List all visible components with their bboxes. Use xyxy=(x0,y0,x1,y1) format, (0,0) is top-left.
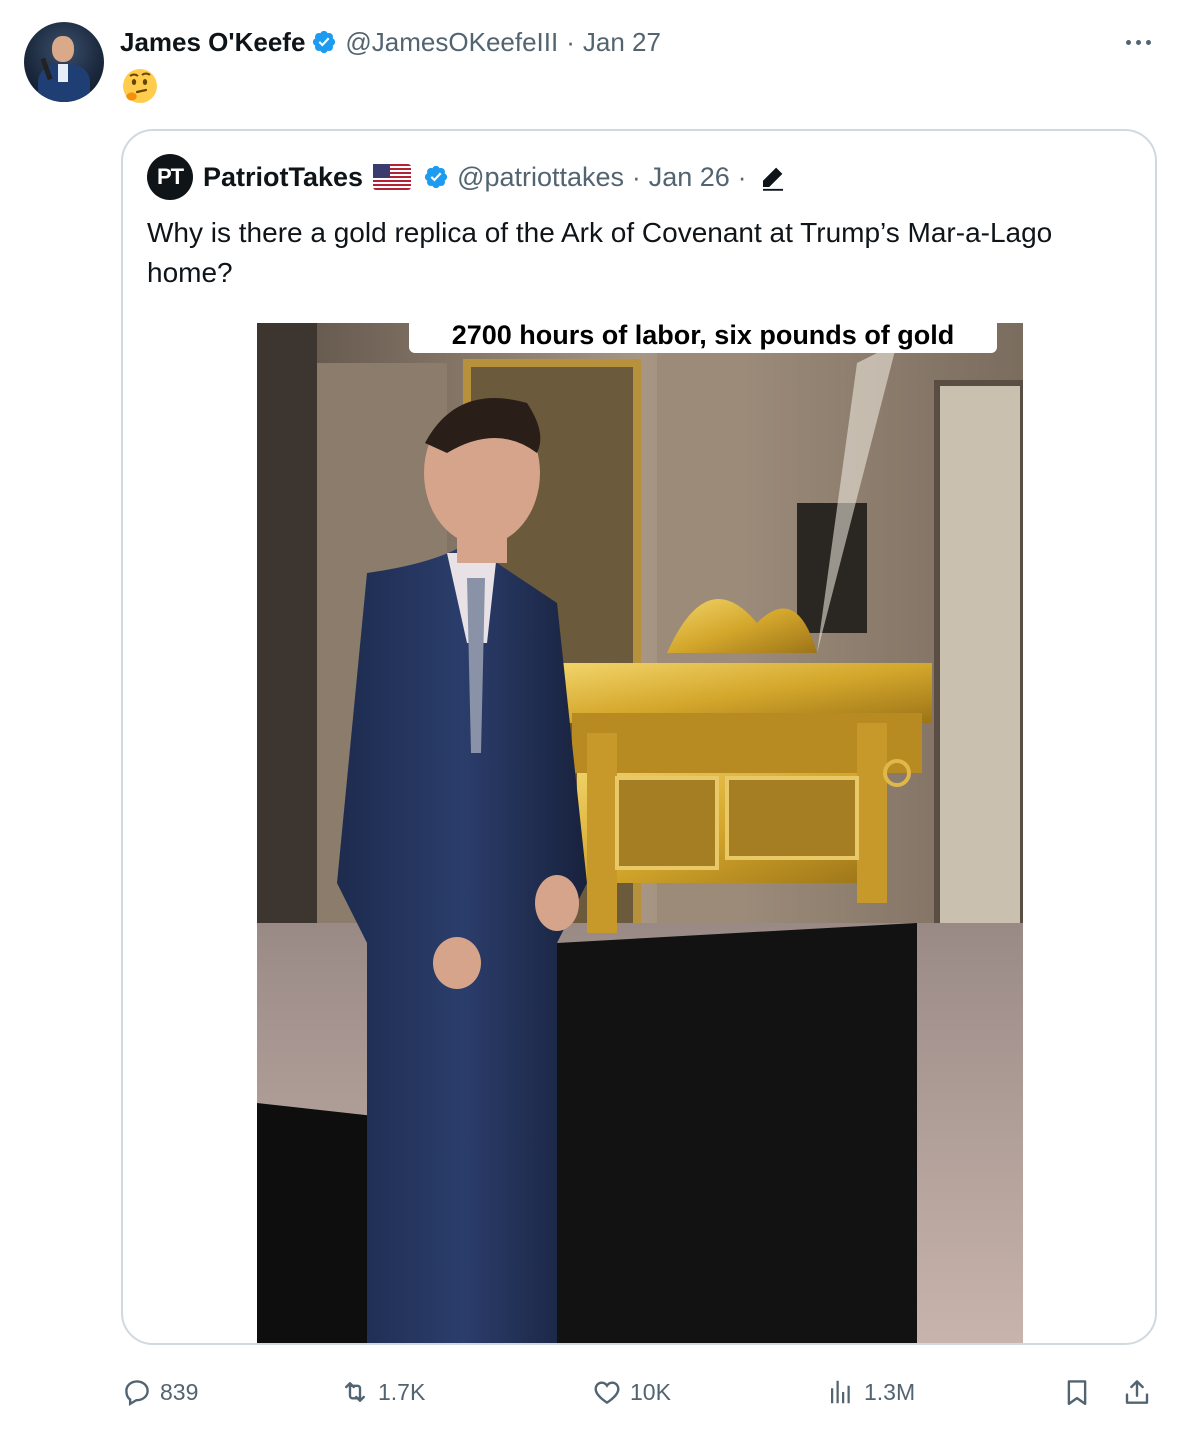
quoted-tweet[interactable]: PT PatriotTakes @patriottakes · Jan 26 · xyxy=(121,129,1157,1345)
quoted-author-handle[interactable]: @patriottakes xyxy=(457,162,624,193)
bookmark-button[interactable] xyxy=(1062,1372,1100,1412)
retweet-icon xyxy=(345,1382,365,1402)
retweet-count: 1.7K xyxy=(378,1378,426,1405)
separator-dot: · xyxy=(632,161,641,192)
patriottakes-avatar[interactable]: PT xyxy=(147,154,193,200)
tweet-header: James O'Keefe @JamesOKeefeIII · Jan 27 xyxy=(120,26,661,58)
views-count: 1.3M xyxy=(864,1378,916,1405)
reply-button[interactable]: 839 xyxy=(122,1372,198,1412)
quoted-tweet-photo[interactable]: 2700 hours of labor, six pounds of gold xyxy=(257,323,1023,1343)
like-count: 10K xyxy=(630,1378,671,1405)
reply-icon xyxy=(125,1380,149,1406)
more-icon[interactable] xyxy=(1120,30,1156,54)
quoted-tweet-text: Why is there a gold replica of the Ark o… xyxy=(147,217,1053,288)
reply-count: 839 xyxy=(160,1378,199,1405)
quoted-tweet-date[interactable]: Jan 26 xyxy=(649,162,730,193)
us-flag-icon xyxy=(373,164,412,190)
verified-badge-icon xyxy=(424,165,448,189)
more-dot xyxy=(1125,39,1131,45)
like-icon xyxy=(594,1381,620,1405)
like-button[interactable]: 10K xyxy=(592,1372,671,1412)
photo-caption: 2700 hours of labor, six pounds of gold xyxy=(409,323,997,353)
more-dot xyxy=(1135,39,1141,45)
share-icon xyxy=(1125,1380,1149,1404)
tweet-actions: 839 1.7K 10K 1.3M xyxy=(118,1372,1168,1412)
quoted-tweet-header: PT PatriotTakes @patriottakes · Jan 26 · xyxy=(147,154,788,200)
share-button[interactable] xyxy=(1122,1372,1160,1412)
verified-badge-icon xyxy=(313,30,336,54)
pencil-icon xyxy=(763,167,784,191)
views-button[interactable]: 1.3M xyxy=(826,1372,915,1412)
separator-dot: · xyxy=(737,161,747,192)
author-avatar[interactable] xyxy=(24,22,104,102)
tweet-date[interactable]: Jan 27 xyxy=(583,27,661,58)
thinking-face-emoji xyxy=(123,69,157,103)
avatar-face xyxy=(52,36,74,62)
avatar-shirt xyxy=(58,64,68,82)
bookmark-icon xyxy=(1067,1380,1087,1406)
quoted-author-name[interactable]: PatriotTakes xyxy=(203,162,363,193)
tweet: James O'Keefe @JamesOKeefeIII · Jan 27 P… xyxy=(0,0,1204,1430)
author-handle[interactable]: @JamesOKeefeIII xyxy=(345,27,558,58)
more-dot xyxy=(1145,39,1151,45)
author-name[interactable]: James O'Keefe xyxy=(120,27,305,58)
photo-scene xyxy=(257,323,1023,1343)
separator-dot: · xyxy=(566,26,575,57)
retweet-button[interactable]: 1.7K xyxy=(340,1372,425,1412)
views-icon xyxy=(831,1380,850,1404)
